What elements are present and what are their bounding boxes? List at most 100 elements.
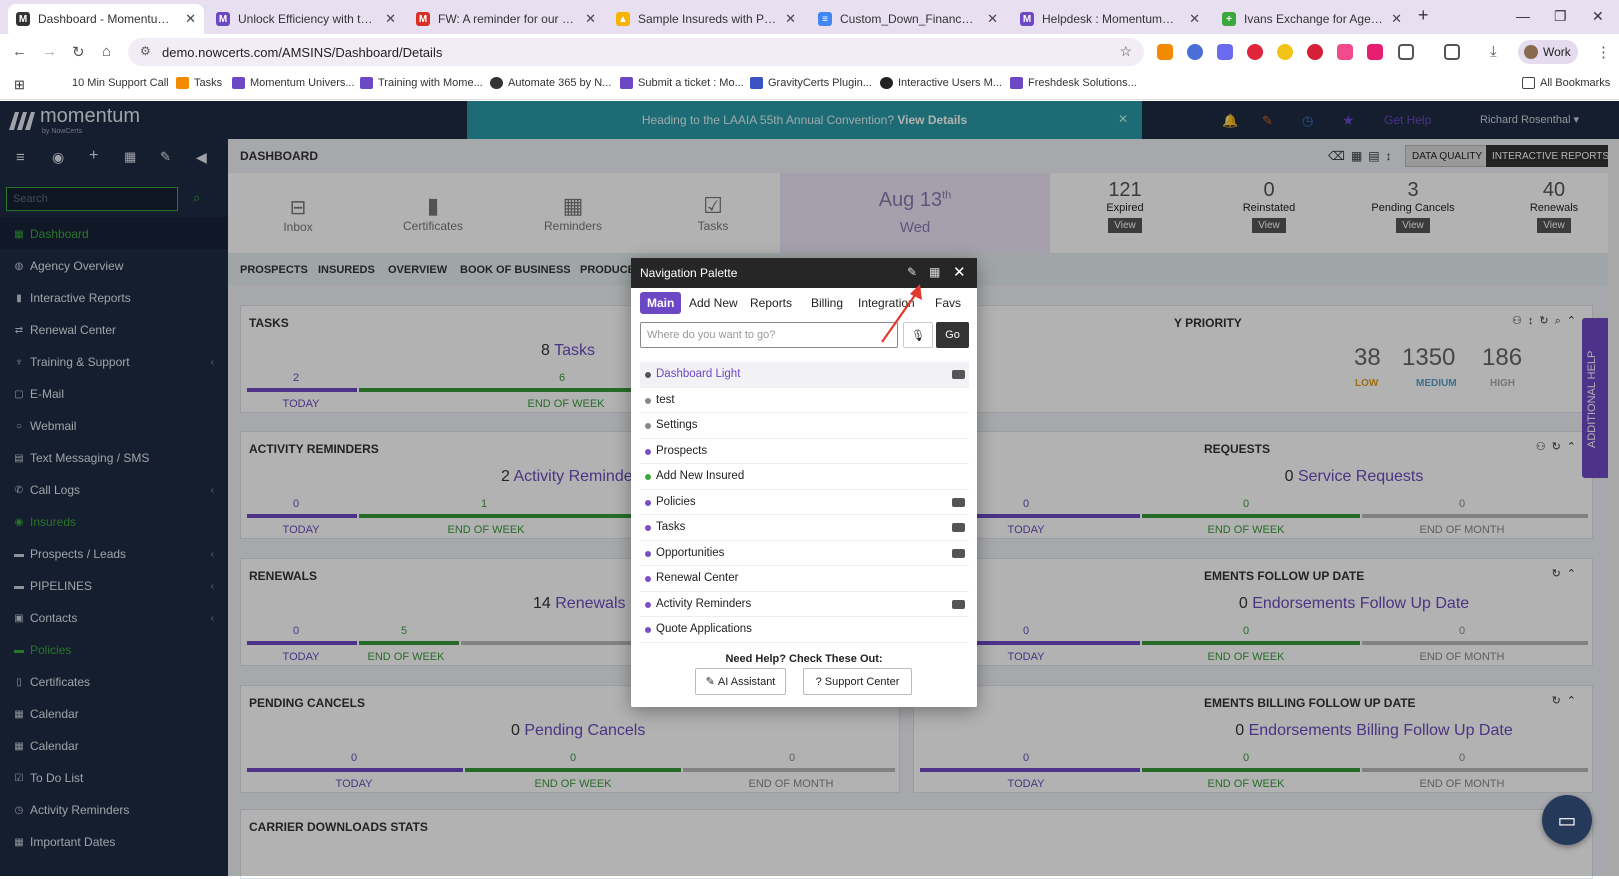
palette-tab-favs[interactable]: Favs bbox=[928, 292, 968, 314]
url-text: demo.nowcerts.com/AMSINS/Dashboard/Detai… bbox=[162, 44, 443, 60]
palette-tab-main[interactable]: Main bbox=[640, 292, 682, 314]
new-tab-icon[interactable]: + bbox=[1418, 5, 1429, 26]
profile-button[interactable]: Work bbox=[1518, 40, 1578, 64]
sidepanel-icon[interactable] bbox=[1444, 44, 1460, 60]
browser-tab[interactable]: ≡ Custom_Down_Finance_Agreem ✕ bbox=[810, 4, 1006, 34]
bookmark-icon bbox=[1010, 77, 1023, 89]
palette-item-label: Policies bbox=[656, 495, 696, 508]
palette-item[interactable]: Settings bbox=[640, 413, 969, 439]
palette-title: Navigation Palette bbox=[640, 266, 738, 280]
browser-tab[interactable]: M FW: A reminder for our upcomi ✕ bbox=[408, 4, 604, 34]
minimize-icon[interactable]: — bbox=[1516, 8, 1530, 24]
palette-item[interactable]: Add New Insured bbox=[640, 464, 969, 490]
palette-tab-add-new[interactable]: Add New bbox=[682, 292, 745, 314]
support-center-button[interactable]: ? Support Center bbox=[803, 668, 912, 695]
extension-icon[interactable] bbox=[1157, 44, 1173, 60]
extension-icon[interactable] bbox=[1307, 44, 1323, 60]
palette-search-input[interactable]: Where do you want to go? bbox=[640, 322, 898, 348]
tab-label: Reports bbox=[750, 296, 793, 310]
palette-item-label: Prospects bbox=[656, 444, 708, 457]
close-window-icon[interactable]: ✕ bbox=[1592, 8, 1604, 25]
close-tab-icon[interactable]: ✕ bbox=[585, 11, 596, 27]
close-tab-icon[interactable]: ✕ bbox=[987, 11, 998, 27]
download-icon[interactable]: ⤓ bbox=[1490, 43, 1497, 60]
palette-item[interactable]: Quote Applications bbox=[640, 617, 969, 643]
folder-icon bbox=[1522, 77, 1535, 89]
palette-item[interactable]: Opportunities bbox=[640, 541, 969, 566]
extension-icon[interactable] bbox=[1217, 44, 1233, 60]
bookmark-item[interactable]: Submit a ticket : Mo... bbox=[620, 77, 744, 89]
extension-icon[interactable] bbox=[1277, 44, 1293, 60]
bullet-icon bbox=[645, 499, 651, 506]
palette-item-label: Activity Reminders bbox=[656, 597, 752, 610]
close-icon[interactable]: ✕ bbox=[953, 263, 966, 281]
bookmark-item[interactable]: GravityCerts Plugin... bbox=[750, 77, 872, 89]
go-button[interactable]: Go bbox=[936, 322, 969, 348]
tab-label: Add New bbox=[689, 296, 738, 310]
bookmark-item[interactable]: Momentum Univers... bbox=[232, 77, 355, 89]
keyboard-shortcut-icon bbox=[952, 497, 965, 507]
close-tab-icon[interactable]: ✕ bbox=[185, 11, 196, 27]
bookmark-label: Freshdesk Solutions... bbox=[1028, 77, 1137, 89]
url-bar[interactable]: ⚙ demo.nowcerts.com/AMSINS/Dashboard/Det… bbox=[128, 38, 1144, 66]
tab-title: FW: A reminder for our upcomi bbox=[438, 12, 577, 26]
avatar bbox=[1524, 45, 1538, 59]
bookmark-star-icon[interactable]: ☆ bbox=[1119, 43, 1132, 60]
extension-icon[interactable] bbox=[1337, 44, 1353, 60]
bookmark-item[interactable]: 10 Min Support Call bbox=[72, 77, 169, 89]
restore-icon[interactable]: ❐ bbox=[1554, 8, 1567, 25]
forward-icon[interactable]: → bbox=[42, 43, 57, 60]
palette-item[interactable]: Policies bbox=[640, 490, 969, 515]
browser-tab[interactable]: ▲ Sample Insureds with Policies - ✕ bbox=[608, 4, 804, 34]
bullet-icon bbox=[645, 601, 651, 608]
bookmark-item[interactable]: Training with Mome... bbox=[360, 77, 483, 89]
site-info-icon[interactable]: ⚙ bbox=[140, 44, 151, 58]
close-tab-icon[interactable]: ✕ bbox=[1189, 11, 1200, 27]
magic-wand-icon[interactable]: ✎ bbox=[907, 265, 917, 279]
palette-item[interactable]: test bbox=[640, 388, 969, 413]
browser-tab[interactable]: M Helpdesk : MomentumAMP ✕ bbox=[1012, 4, 1208, 34]
bookmark-item[interactable]: Interactive Users M... bbox=[880, 77, 1002, 89]
palette-item-label: Opportunities bbox=[656, 546, 725, 559]
chat-icon[interactable]: ▭ bbox=[1542, 795, 1592, 845]
bookmark-icon bbox=[880, 77, 893, 89]
palette-item[interactable]: Prospects bbox=[640, 439, 969, 464]
palette-item[interactable]: Renewal Center bbox=[640, 566, 969, 592]
browser-menu-icon[interactable]: ⋮ bbox=[1596, 43, 1611, 61]
back-icon[interactable]: ← bbox=[12, 43, 27, 60]
reload-icon[interactable]: ↻ bbox=[72, 43, 85, 61]
bookmark-item[interactable]: Automate 365 by N... bbox=[490, 77, 611, 89]
browser-tab[interactable]: M Unlock Efficiency with the Navig ✕ bbox=[208, 4, 404, 34]
extension-icon[interactable] bbox=[1187, 44, 1203, 60]
layout-icon[interactable]: ▦ bbox=[929, 265, 940, 279]
palette-tab-reports[interactable]: Reports bbox=[743, 292, 799, 314]
close-tab-icon[interactable]: ✕ bbox=[1391, 11, 1402, 27]
bookmark-item[interactable]: Freshdesk Solutions... bbox=[1010, 77, 1137, 89]
palette-item[interactable]: Activity Reminders bbox=[640, 592, 969, 617]
ai-assistant-label: AI Assistant bbox=[717, 675, 776, 688]
bookmark-icon bbox=[360, 77, 373, 89]
close-tab-icon[interactable]: ✕ bbox=[385, 11, 396, 27]
ai-assistant-button[interactable]: ✎ AI Assistant bbox=[695, 668, 786, 695]
bookmark-icon bbox=[620, 77, 633, 89]
extension-icon[interactable] bbox=[1247, 44, 1263, 60]
palette-item[interactable]: Tasks bbox=[640, 515, 969, 541]
palette-tab-billing[interactable]: Billing bbox=[804, 292, 850, 314]
browser-tab[interactable]: M Dashboard - Momentum AMS ✕ bbox=[8, 4, 204, 34]
palette-item[interactable]: Dashboard Light bbox=[640, 362, 969, 388]
profile-label: Work bbox=[1543, 45, 1571, 59]
close-tab-icon[interactable]: ✕ bbox=[785, 11, 796, 27]
keyboard-shortcut-icon bbox=[952, 548, 965, 558]
apps-grid-icon[interactable]: ⊞ bbox=[14, 77, 25, 93]
extension-icon[interactable] bbox=[1367, 44, 1383, 60]
extensions-puzzle-icon[interactable] bbox=[1398, 44, 1414, 60]
bookmark-icon bbox=[232, 77, 245, 89]
home-icon[interactable]: ⌂ bbox=[102, 43, 111, 60]
address-toolbar: ← → ↻ ⌂ ⚙ demo.nowcerts.com/AMSINS/Dashb… bbox=[0, 34, 1619, 70]
all-bookmarks[interactable]: All Bookmarks bbox=[1522, 77, 1610, 89]
browser-tab[interactable]: + Ivans Exchange for Agents | Iva ✕ bbox=[1214, 4, 1410, 34]
docs-favicon-icon: ≡ bbox=[818, 12, 832, 26]
bookmark-item[interactable]: Tasks bbox=[176, 77, 222, 89]
palette-item-label: Renewal Center bbox=[656, 572, 739, 585]
go-label: Go bbox=[945, 329, 960, 341]
